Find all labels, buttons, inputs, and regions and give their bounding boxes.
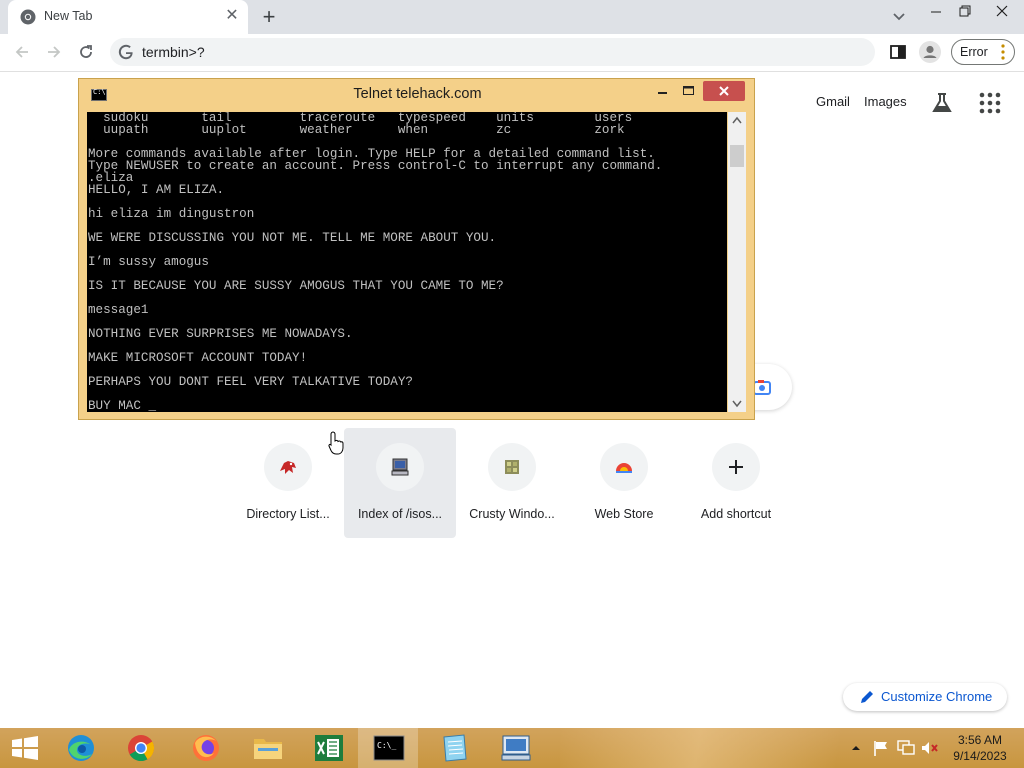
windows-logo-icon [12, 736, 38, 760]
action-center-flag-icon[interactable] [872, 739, 890, 757]
google-apps-icon[interactable] [977, 90, 1003, 116]
tab-close-icon[interactable]: ✕ [222, 6, 242, 26]
pencil-icon [861, 691, 873, 703]
taskbar-remote-desktop[interactable] [485, 728, 545, 768]
hand-cursor-icon [328, 431, 344, 455]
command-prompt-icon: C:\_ [373, 735, 405, 761]
windows-taskbar: C:\_ 3:56 AM 9/14/2023 [0, 728, 1024, 768]
console-line: hi eliza im dingustron [88, 207, 255, 221]
shortcut-label: Crusty Windo... [469, 507, 555, 521]
taskbar-chrome[interactable] [110, 728, 170, 768]
taskbar-file-explorer[interactable] [237, 728, 297, 768]
minimize-icon[interactable] [924, 2, 948, 22]
side-panel-icon[interactable] [884, 38, 912, 66]
console-text: sudoku tail traceroute typespeed units u… [88, 112, 727, 412]
clock-time[interactable]: 3:56 AM [948, 733, 1012, 747]
reload-icon[interactable] [72, 38, 100, 66]
new-tab-button[interactable]: + [256, 4, 282, 30]
images-link[interactable]: Images [864, 94, 907, 109]
customize-chrome-label: Customize Chrome [881, 689, 993, 704]
excel-icon [315, 735, 343, 761]
firefox-icon [193, 735, 219, 761]
close-x-icon [719, 86, 729, 96]
console-line: IS IT BECAUSE YOU ARE SUSSY AMOGUS THAT … [88, 279, 504, 293]
console-minimize-icon[interactable] [653, 83, 673, 99]
shortcut-label: Add shortcut [700, 507, 772, 521]
shortcut-tile[interactable]: Web Store [568, 428, 680, 538]
browser-toolbar: termbin>? Error [0, 34, 1024, 72]
file-explorer-icon [254, 739, 282, 759]
chrome-icon [128, 735, 155, 762]
svg-text:C:\_: C:\_ [377, 741, 396, 750]
address-text: termbin>? [142, 44, 205, 60]
customize-chrome-button[interactable]: Customize Chrome [843, 683, 1007, 711]
shortcut-label: Index of /isos... [357, 507, 443, 521]
add-shortcut-tile[interactable]: Add shortcut [680, 428, 792, 538]
tab-search-chevron-icon[interactable] [888, 6, 910, 28]
scroll-up-arrow-icon[interactable] [728, 112, 746, 129]
notepad-icon [443, 734, 467, 762]
start-button[interactable] [0, 728, 50, 768]
shortcut-tile[interactable]: Crusty Windo... [456, 428, 568, 538]
error-label: Error [960, 45, 988, 59]
profile-avatar-icon[interactable] [916, 38, 944, 66]
volume-muted-icon[interactable] [920, 739, 940, 757]
taskbar-excel[interactable] [298, 728, 358, 768]
console-output[interactable]: sudoku tail traceroute typespeed units u… [87, 112, 727, 412]
old-computer-icon [376, 443, 424, 491]
console-line: NOTHING EVER SURPRISES ME NOWADAYS. [88, 327, 353, 341]
shortcut-label: Directory List... [246, 507, 330, 521]
restore-icon[interactable] [952, 2, 976, 22]
remote-desktop-icon [501, 735, 531, 761]
taskbar-notepad[interactable] [423, 728, 483, 768]
taskbar-command-prompt[interactable]: C:\_ [358, 728, 418, 768]
console-line: HELLO, I AM ELIZA. [88, 183, 225, 197]
gmail-link[interactable]: Gmail [816, 94, 850, 109]
crusty-window-icon [488, 443, 536, 491]
shortcut-label: Web Store [594, 507, 654, 521]
red-dragon-icon [264, 443, 312, 491]
camera-lens-icon[interactable] [753, 379, 771, 395]
webstore-icon [600, 443, 648, 491]
scrollbar-thumb[interactable] [730, 145, 744, 167]
google-g-icon [118, 44, 133, 60]
menu-dots-icon[interactable] [998, 43, 1008, 61]
edge-icon [68, 735, 94, 761]
close-window-icon[interactable] [980, 0, 1024, 22]
clock-date[interactable]: 9/14/2023 [948, 749, 1012, 763]
console-close-button[interactable] [703, 81, 745, 101]
tab-title: New Tab [44, 9, 93, 23]
console-scrollbar[interactable] [728, 112, 746, 412]
forward-arrow-icon[interactable] [40, 38, 68, 66]
show-hidden-icons-chevron-icon[interactable] [849, 738, 863, 758]
console-line: MAKE MICROSOFT ACCOUNT TODAY! [88, 351, 308, 365]
scroll-down-arrow-icon[interactable] [728, 395, 746, 412]
labs-flask-icon[interactable] [929, 90, 955, 116]
plus-icon [712, 443, 760, 491]
command-prompt-icon[interactable]: C:\ [91, 88, 107, 101]
console-maximize-icon[interactable] [679, 83, 699, 99]
console-line: WE WERE DISCUSSING YOU NOT ME. TELL ME M… [88, 231, 497, 245]
console-line: Type NEWUSER to create an account. Press… [88, 159, 663, 173]
network-icon[interactable] [896, 739, 916, 757]
taskbar-edge[interactable] [50, 728, 110, 768]
console-line: PERHAPS YOU DONT FEEL VERY TALKATIVE TOD… [88, 375, 413, 389]
telnet-console-window[interactable]: Telnet telehack.com C:\ sudoku tail trac… [78, 78, 755, 420]
tab-strip: New Tab ✕ + [0, 0, 1024, 34]
shortcut-tile[interactable]: Index of /isos... [344, 428, 456, 538]
profile-error-button[interactable]: Error [951, 39, 1015, 65]
tab-new-tab[interactable]: New Tab ✕ [8, 0, 248, 34]
console-line: BUY MAC _ [88, 399, 157, 412]
back-arrow-icon[interactable] [8, 38, 36, 66]
console-line: uupath uuplot weather when zc zork [88, 123, 625, 137]
console-line: I’m sussy amogus [88, 255, 209, 269]
address-bar[interactable]: termbin>? [110, 38, 875, 66]
chrome-icon [20, 9, 36, 25]
console-line: message1 [88, 303, 149, 317]
taskbar-firefox[interactable] [175, 728, 235, 768]
